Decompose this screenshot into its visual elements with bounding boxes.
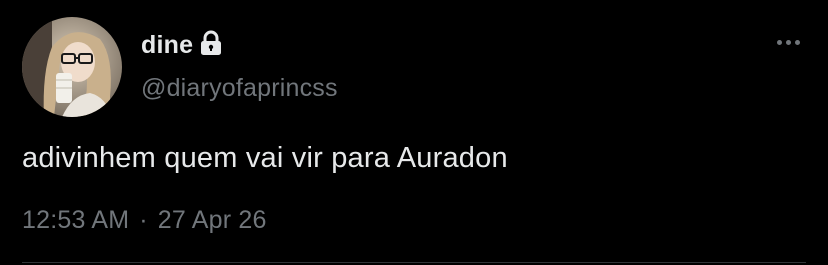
lock-icon: [199, 30, 223, 56]
meta-separator: ·: [139, 206, 148, 234]
more-dot: [786, 40, 791, 45]
display-name[interactable]: dine: [141, 31, 193, 60]
tweet-time[interactable]: 12:53 AM: [22, 206, 129, 235]
tweet-date[interactable]: 27 Apr 26: [158, 206, 267, 235]
more-dot: [795, 40, 800, 45]
more-horizontal-icon[interactable]: [777, 40, 800, 45]
avatar[interactable]: [22, 17, 122, 117]
user-handle[interactable]: @diaryofaprincss: [141, 74, 338, 103]
display-name-row[interactable]: dine: [141, 29, 223, 61]
tweet-text: adivinhem quem vai vir para Auradon: [22, 142, 508, 174]
tweet-card: dine @diaryofaprincss adivinhem quem vai…: [0, 0, 828, 265]
divider: [22, 262, 806, 263]
profile-photo: [22, 17, 122, 117]
more-dot: [777, 40, 782, 45]
tweet-meta: 12:53 AM · 27 Apr 26: [22, 206, 267, 235]
